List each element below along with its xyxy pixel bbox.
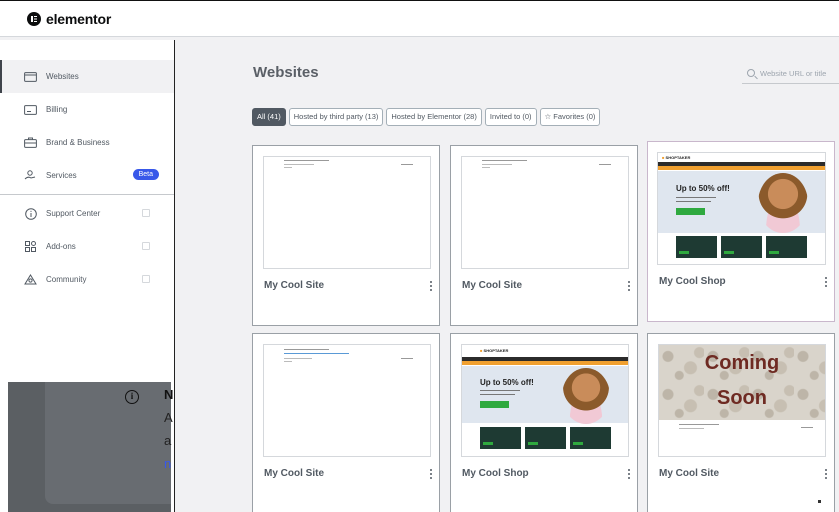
external-link-icon <box>142 275 150 283</box>
sidebar-item-label: Support Center <box>46 209 101 218</box>
more-options-icon[interactable] <box>825 277 828 289</box>
browser-window-icon <box>24 71 37 82</box>
filter-chips: All (41) Hosted by third party (13) Host… <box>252 108 601 126</box>
card-title[interactable]: My Cool Site <box>462 280 522 291</box>
coming-soon-line2: Soon <box>717 387 767 409</box>
sidebar-item-label: Websites <box>46 72 79 81</box>
more-options-icon[interactable] <box>628 281 631 293</box>
sidebar-item-add-ons[interactable]: Add-ons <box>0 230 174 263</box>
shop-product-tiles <box>480 427 611 449</box>
coffee-pattern-background: Coming Soon <box>659 345 825 420</box>
sidebar-item-support-center[interactable]: Support Center <box>0 197 174 230</box>
services-hand-icon <box>24 170 37 181</box>
sidebar-item-label: Add-ons <box>46 242 76 251</box>
elementor-logo-icon <box>27 12 41 26</box>
sidebar-item-label: Brand & Business <box>46 138 110 147</box>
sidebar-item-billing[interactable]: Billing <box>0 93 174 126</box>
card-title[interactable]: My Cool Shop <box>462 468 529 479</box>
shop-model-image <box>562 368 610 424</box>
search-input[interactable]: Website URL or title <box>742 63 839 84</box>
shop-thumbnail: ■ SHOPTAKER Up to 50% off! <box>657 152 826 265</box>
card-title[interactable]: My Cool Shop <box>659 276 726 287</box>
filter-favorites-label: Favorites (0) <box>553 112 596 121</box>
shop-logo: ■ SHOPTAKER <box>480 348 509 353</box>
coming-soon-thumbnail: Coming Soon <box>658 344 826 457</box>
toast-link[interactable]: n <box>164 456 171 471</box>
scroll-marker <box>818 500 821 503</box>
filter-elementor-hosted[interactable]: Hosted by Elementor (28) <box>386 108 482 126</box>
website-card[interactable]: My Cool Site <box>450 145 638 326</box>
toast-line: a <box>164 433 172 448</box>
website-card[interactable]: Coming Soon My Cool Site <box>647 333 835 512</box>
elementor-logo[interactable]: elementor <box>27 11 111 27</box>
filter-invited[interactable]: Invited to (0) <box>484 108 537 126</box>
more-options-icon[interactable] <box>430 469 433 481</box>
shop-model-image <box>758 173 808 233</box>
card-title[interactable]: My Cool Site <box>659 468 719 479</box>
website-card[interactable]: My Cool Site <box>252 145 440 326</box>
sidebar-item-label: Billing <box>46 105 68 114</box>
logo-text: elementor <box>46 11 112 27</box>
shop-product-tiles <box>676 236 807 258</box>
filter-third-party[interactable]: Hosted by third party (13) <box>288 108 384 126</box>
external-link-icon <box>142 209 150 217</box>
info-icon: i <box>125 390 139 404</box>
website-card[interactable]: ■ SHOPTAKER Up to 50% off! My Cool Shop <box>450 333 638 512</box>
sidebar-item-label: Services <box>46 171 77 180</box>
shop-hero: Up to 50% off! <box>658 171 825 233</box>
shop-headline: Up to 50% off! <box>676 184 730 193</box>
website-card[interactable]: My Cool Site <box>252 333 440 512</box>
sidebar-item-label: Community <box>46 275 87 284</box>
site-thumbnail <box>263 344 431 457</box>
shop-cta-button <box>480 401 509 408</box>
search-placeholder: Website URL or title <box>760 68 827 78</box>
sidebar-divider <box>0 194 174 195</box>
top-bar: elementor <box>0 0 839 37</box>
addons-grid-icon <box>24 241 37 252</box>
sidebar-item-services[interactable]: Services Beta <box>0 159 174 192</box>
external-link-icon <box>142 242 150 250</box>
more-options-icon[interactable] <box>628 469 631 481</box>
shop-cta-button <box>676 208 705 215</box>
more-options-icon[interactable] <box>825 469 828 481</box>
card-title[interactable]: My Cool Site <box>264 468 324 479</box>
search-icon <box>747 69 755 77</box>
filter-all[interactable]: All (41) <box>252 108 286 126</box>
toast-title: N <box>164 387 174 402</box>
notification-toast-backdrop <box>8 382 171 512</box>
more-options-icon[interactable] <box>430 281 433 293</box>
briefcase-icon <box>24 137 37 148</box>
shop-thumbnail: ■ SHOPTAKER Up to 50% off! <box>461 344 629 457</box>
billing-icon <box>24 104 37 115</box>
card-title[interactable]: My Cool Site <box>264 280 324 291</box>
site-thumbnail <box>263 156 431 269</box>
shop-promo-bar <box>658 166 825 170</box>
sidebar-item-community[interactable]: Community <box>0 263 174 296</box>
website-card[interactable]: ■ SHOPTAKER Up to 50% off! My Cool Shop <box>647 141 835 322</box>
community-icon <box>24 274 37 285</box>
info-circle-icon <box>24 207 37 220</box>
star-icon: ☆ <box>544 112 552 121</box>
beta-badge: Beta <box>132 169 159 180</box>
site-thumbnail <box>461 156 629 269</box>
shop-hero: Up to 50% off! <box>462 366 628 424</box>
filter-favorites[interactable]: ☆ Favorites (0) <box>539 108 601 126</box>
sidebar-item-websites[interactable]: Websites <box>0 60 174 93</box>
shop-headline: Up to 50% off! <box>480 378 534 387</box>
page-title: Websites <box>253 64 319 81</box>
toast-line: A <box>164 410 173 425</box>
coming-soon-line1: Coming <box>704 352 780 374</box>
sidebar-item-brand-business[interactable]: Brand & Business <box>0 126 174 159</box>
shop-promo-bar <box>462 361 628 365</box>
notification-toast <box>45 382 171 504</box>
shop-logo: ■ SHOPTAKER <box>662 155 691 160</box>
